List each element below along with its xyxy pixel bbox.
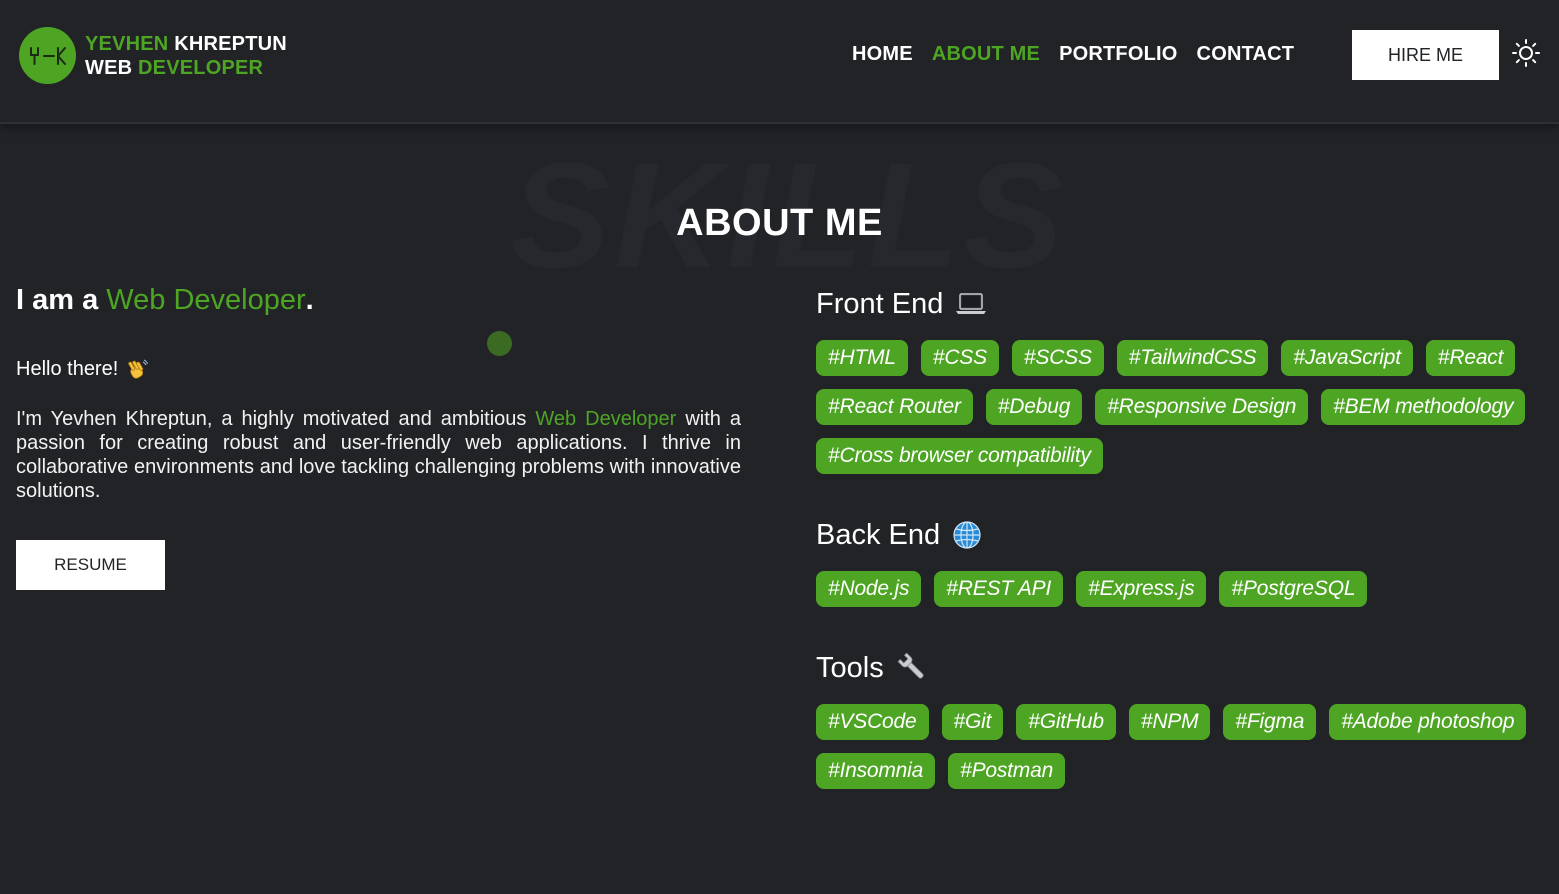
sun-icon: [1512, 39, 1540, 67]
skill-tag: #React Router: [816, 389, 973, 425]
section-title: ABOUT ME: [676, 202, 883, 244]
intro-suffix: .: [305, 284, 314, 316]
skill-tag: #SCSS: [1011, 340, 1104, 376]
greeting: Hello there!: [16, 358, 149, 381]
back-end-tags: #Node.js #REST API #Express.js #PostgreS…: [816, 571, 1536, 607]
intro-role: Web Developer: [106, 284, 306, 316]
group-title-tools: Tools: [816, 648, 1536, 688]
skills-front-end: Front End #HTML #CSS #SCSS #TailwindCSS …: [816, 284, 1536, 474]
brand-last-name: KHREPTUN: [168, 33, 287, 55]
logo[interactable]: [19, 27, 76, 84]
brand-role-b: DEVELOPER: [138, 57, 264, 79]
skill-tag: #Responsive Design: [1095, 389, 1309, 425]
intro-prefix: I am a: [16, 284, 107, 316]
skill-tag: #GitHub: [1016, 704, 1116, 740]
bio-role: Web Developer: [535, 408, 677, 430]
nav-home[interactable]: HOME: [852, 43, 913, 66]
nav-about-me[interactable]: ABOUT ME: [932, 43, 1040, 66]
greeting-text: Hello there!: [16, 358, 119, 380]
hire-me-button[interactable]: HIRE ME: [1352, 30, 1499, 80]
bio-prefix: I'm Yevhen Khreptun, a highly motivated …: [16, 408, 536, 430]
skill-tag: #HTML: [816, 340, 908, 376]
skill-tag: #JavaScript: [1281, 340, 1413, 376]
skill-tag: #TailwindCSS: [1116, 340, 1269, 376]
group-title-back-end: Back End: [816, 515, 1536, 555]
tools-label: Tools: [816, 651, 884, 684]
main-nav: HOME ABOUT ME PORTFOLIO CONTACT: [852, 43, 1294, 66]
skill-tag: #NPM: [1128, 704, 1211, 740]
nav-portfolio[interactable]: PORTFOLIO: [1059, 43, 1177, 66]
intro-heading: I am a Web Developer.: [16, 284, 314, 317]
brand-line-2: WEB DEVELOPER: [85, 56, 287, 80]
skill-tag: #PostgreSQL: [1219, 571, 1368, 607]
brand-first-name: YEVHEN: [85, 33, 169, 55]
globe-icon: [953, 521, 981, 549]
bio-paragraph: I'm Yevhen Khreptun, a highly motivated …: [16, 407, 741, 503]
skill-tag: #Debug: [985, 389, 1083, 425]
brand-role-a: WEB: [85, 57, 139, 79]
wrench-icon: [897, 652, 924, 679]
skill-tag: #Express.js: [1076, 571, 1207, 607]
laptop-icon: [956, 293, 987, 314]
skill-tag: #REST API: [934, 571, 1064, 607]
front-end-tags: #HTML #CSS #SCSS #TailwindCSS #JavaScrip…: [816, 340, 1536, 474]
tools-tags: #VSCode #Git #GitHub #NPM #Figma #Adobe …: [816, 704, 1536, 789]
skill-tag: #Node.js: [816, 571, 922, 607]
skill-tag: #CSS: [920, 340, 999, 376]
nav-contact[interactable]: CONTACT: [1197, 43, 1295, 66]
skill-tag: #Postman: [948, 753, 1066, 789]
skill-tag: #VSCode: [816, 704, 929, 740]
skill-tag: #Figma: [1223, 704, 1317, 740]
brand-line-1: YEVHEN KHREPTUN: [85, 32, 287, 56]
skill-tag: #React: [1425, 340, 1516, 376]
site-header: YEVHEN KHREPTUN WEB DEVELOPER HOME ABOUT…: [0, 0, 1559, 124]
skills-tools: Tools #VSCode #Git #GitHub #NPM #Figma #…: [816, 648, 1536, 789]
skills-back-end: Back End #Node.js #REST API #Express.js …: [816, 515, 1536, 607]
skill-tag: #Insomnia: [816, 753, 936, 789]
cursor-dot: [487, 331, 512, 356]
skill-tag: #Cross browser compatibility: [816, 438, 1103, 474]
front-end-label: Front End: [816, 287, 944, 320]
brand-name[interactable]: YEVHEN KHREPTUN WEB DEVELOPER: [85, 32, 287, 80]
back-end-label: Back End: [816, 518, 941, 551]
logo-monogram-icon: [29, 46, 66, 65]
waving-hand-icon: [128, 359, 149, 379]
skill-tag: #Adobe photoshop: [1329, 704, 1527, 740]
theme-toggle-button[interactable]: [1511, 38, 1541, 68]
group-title-front-end: Front End: [816, 284, 1536, 324]
resume-button[interactable]: RESUME: [16, 540, 165, 590]
skill-tag: #Git: [941, 704, 1004, 740]
skill-tag: #BEM methodology: [1321, 389, 1526, 425]
